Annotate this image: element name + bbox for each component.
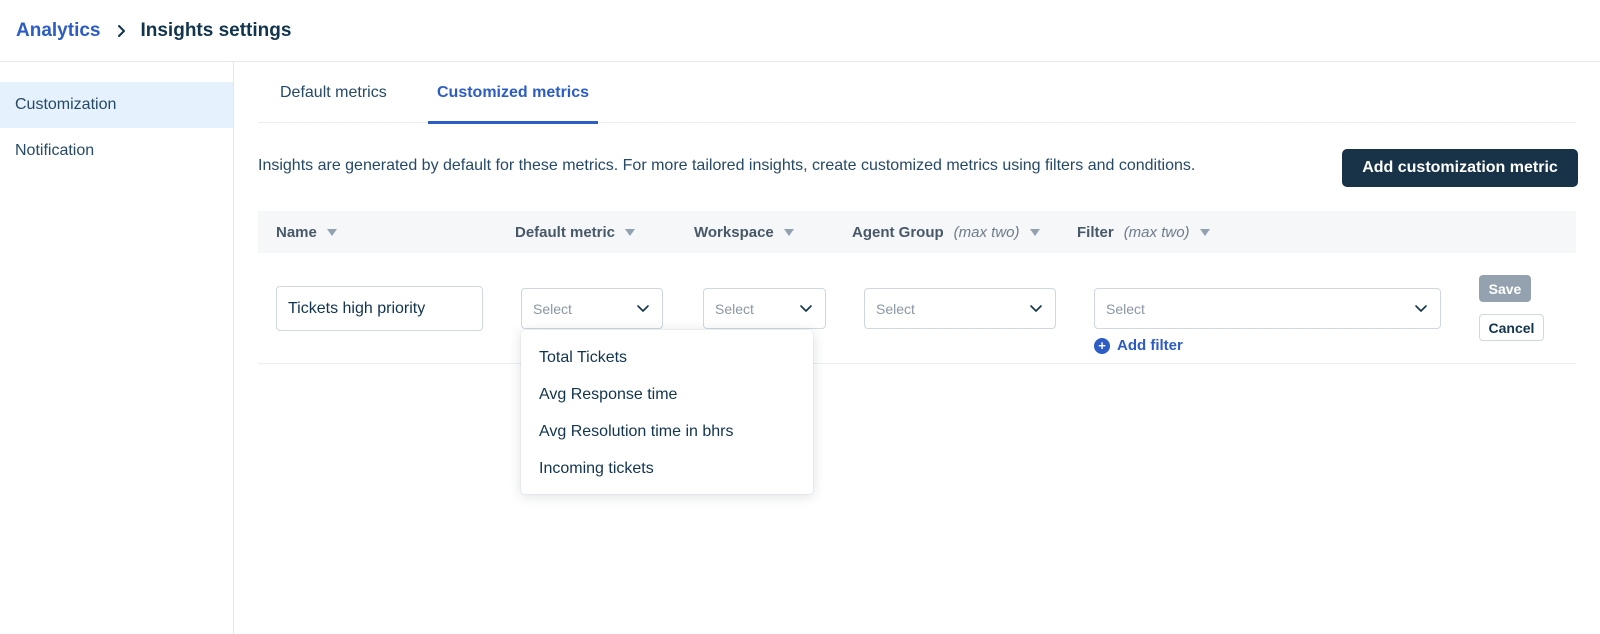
column-header-agent-group: Agent Group (max two) xyxy=(852,211,1040,253)
sort-down-icon[interactable] xyxy=(1029,228,1040,236)
column-header-workspace: Workspace xyxy=(694,211,794,253)
tab-customized-metrics[interactable]: Customized metrics xyxy=(428,62,599,124)
sidebar-item-customization[interactable]: Customization xyxy=(0,82,233,128)
sort-down-icon[interactable] xyxy=(1199,228,1210,236)
dropdown-option-incoming-tickets[interactable]: Incoming tickets xyxy=(521,450,813,487)
column-header-name-label: Name xyxy=(276,223,317,241)
plus-circle-icon: + xyxy=(1094,337,1110,354)
default-metric-select-value: Select xyxy=(533,300,572,317)
column-header-agent-group-hint: (max two) xyxy=(953,223,1020,241)
column-header-filter-label: Filter xyxy=(1077,223,1114,241)
sidebar-item-notification[interactable]: Notification xyxy=(0,128,233,174)
add-filter-label: Add filter xyxy=(1117,337,1183,354)
column-header-default-metric: Default metric xyxy=(515,211,636,253)
workspace-select-value: Select xyxy=(715,300,754,317)
column-header-workspace-label: Workspace xyxy=(694,223,774,241)
page-title: Insights settings xyxy=(140,19,292,41)
breadcrumb-link-analytics[interactable]: Analytics xyxy=(16,20,100,42)
main-content: Default metrics Customized metrics Insig… xyxy=(234,62,1600,634)
tab-default-metrics[interactable]: Default metrics xyxy=(280,62,387,123)
filter-select[interactable]: Select xyxy=(1094,288,1441,329)
column-header-agent-group-label: Agent Group xyxy=(852,223,944,241)
dropdown-option-avg-response-time[interactable]: Avg Response time xyxy=(521,376,813,413)
chevron-down-icon xyxy=(1414,304,1428,313)
sidebar: Customization Notification xyxy=(0,62,234,634)
description-text: Insights are generated by default for th… xyxy=(258,157,1196,174)
sort-down-icon[interactable] xyxy=(326,228,337,236)
workspace-select[interactable]: Select xyxy=(703,288,826,329)
tab-bar: Default metrics Customized metrics xyxy=(258,62,1576,124)
chevron-down-icon xyxy=(799,304,813,313)
table-header: Name Default metric Workspace Agent Grou… xyxy=(258,211,1576,253)
save-button[interactable]: Save xyxy=(1479,275,1531,302)
dropdown-option-avg-resolution-time[interactable]: Avg Resolution time in bhrs xyxy=(521,413,813,450)
default-metric-dropdown: Total Tickets Avg Response time Avg Reso… xyxy=(521,330,813,494)
sort-down-icon[interactable] xyxy=(783,228,794,236)
cancel-button[interactable]: Cancel xyxy=(1479,314,1544,341)
agent-group-select-value: Select xyxy=(876,300,915,317)
chevron-right-icon xyxy=(116,24,126,38)
sort-down-icon[interactable] xyxy=(625,228,636,236)
agent-group-select[interactable]: Select xyxy=(864,288,1056,329)
add-customization-metric-button[interactable]: Add customization metric xyxy=(1342,149,1578,187)
column-header-name: Name xyxy=(276,211,337,253)
column-header-filter-hint: (max two) xyxy=(1123,223,1190,241)
row-divider xyxy=(258,363,1576,364)
default-metric-select[interactable]: Select xyxy=(521,288,663,329)
filter-select-value: Select xyxy=(1106,300,1145,317)
dropdown-option-total-tickets[interactable]: Total Tickets xyxy=(521,339,813,376)
column-header-filter: Filter (max two) xyxy=(1077,211,1210,253)
breadcrumb: Analytics Insights settings xyxy=(0,0,1600,62)
add-filter-link[interactable]: + Add filter xyxy=(1094,337,1183,354)
column-header-default-metric-label: Default metric xyxy=(515,223,616,241)
chevron-down-icon xyxy=(1029,304,1043,313)
metric-name-input[interactable] xyxy=(276,286,483,331)
chevron-down-icon xyxy=(636,304,650,313)
